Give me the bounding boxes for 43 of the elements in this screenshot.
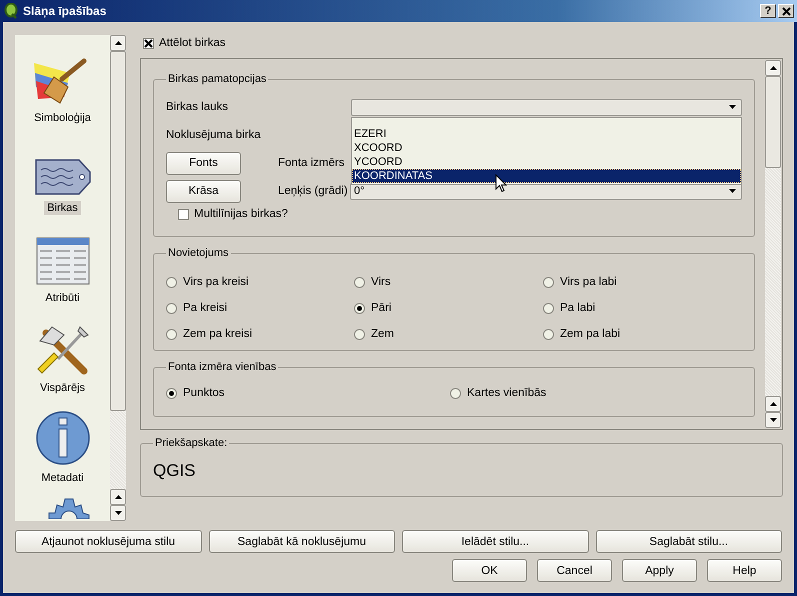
sidebar-item[interactable]: Simboloģija (31, 111, 94, 125)
field-label: Leņķis (grādi) (278, 185, 349, 197)
style-button[interactable]: Atjaunot noklusējuma stilu (15, 530, 202, 553)
radio-label: Pa labi (560, 302, 596, 314)
radio-label: Zem pa kreisi (183, 328, 252, 340)
style-button[interactable]: Saglabāt kā noklusējumu (208, 530, 395, 553)
group-title: Fonta izmēra vienības (167, 361, 278, 373)
window-title: Slāņa īpašības (23, 4, 106, 18)
radio-label: Zem pa labi (560, 328, 620, 340)
preview-text: QGIS (153, 461, 197, 481)
group-title: Birkas pamatopcijas (167, 73, 268, 85)
radio-label: Kartes vienībās (467, 387, 546, 399)
radio-label: Virs pa labi (560, 276, 617, 288)
dialog-button[interactable]: OK (452, 559, 527, 582)
dialog-button[interactable]: Apply (622, 559, 697, 582)
help-button[interactable]: ? (760, 4, 776, 18)
checkbox-label: Attēlot birkas (159, 37, 226, 49)
checkbox-label: Multilīnijas birkas? (194, 208, 288, 220)
radio-label: Punktos (183, 387, 225, 399)
field-label: Fonta izmērs (278, 157, 346, 169)
radio-label: Pāri (371, 302, 392, 314)
radio-label: Virs pa kreisi (183, 276, 249, 288)
dropdown-item[interactable]: EZERI (352, 127, 741, 141)
group-title: Novietojums (167, 247, 230, 259)
dropdown-item[interactable]: KOORDINATAS (352, 169, 741, 183)
sidebar-item[interactable]: Metadati (38, 471, 87, 485)
style-button[interactable]: Saglabāt stilu... (596, 530, 782, 553)
sidebar-item[interactable]: Vispārējs (36, 381, 88, 395)
color-button[interactable]: Krāsa (166, 180, 241, 202)
sidebar-item[interactable]: Birkas (44, 201, 81, 215)
radio-label: Pa kreisi (183, 302, 228, 314)
radio-label: Virs (371, 276, 391, 288)
dropdown-item[interactable]: XCOORD (352, 141, 741, 155)
sidebar-item[interactable]: Atribūti (42, 291, 83, 305)
field-label: Birkas lauks (166, 101, 229, 113)
radio-label: Zem (371, 328, 394, 340)
style-button[interactable]: Ielādēt stilu... (402, 530, 588, 553)
group-title: Priekšapskate: (154, 437, 228, 449)
field-label: Noklusējuma birka (166, 129, 262, 141)
dialog-button[interactable]: Help (707, 559, 782, 582)
dropdown-item[interactable]: YCOORD (352, 155, 741, 169)
dialog-button[interactable]: Cancel (537, 559, 612, 582)
font-button[interactable]: Fonts (166, 152, 241, 174)
